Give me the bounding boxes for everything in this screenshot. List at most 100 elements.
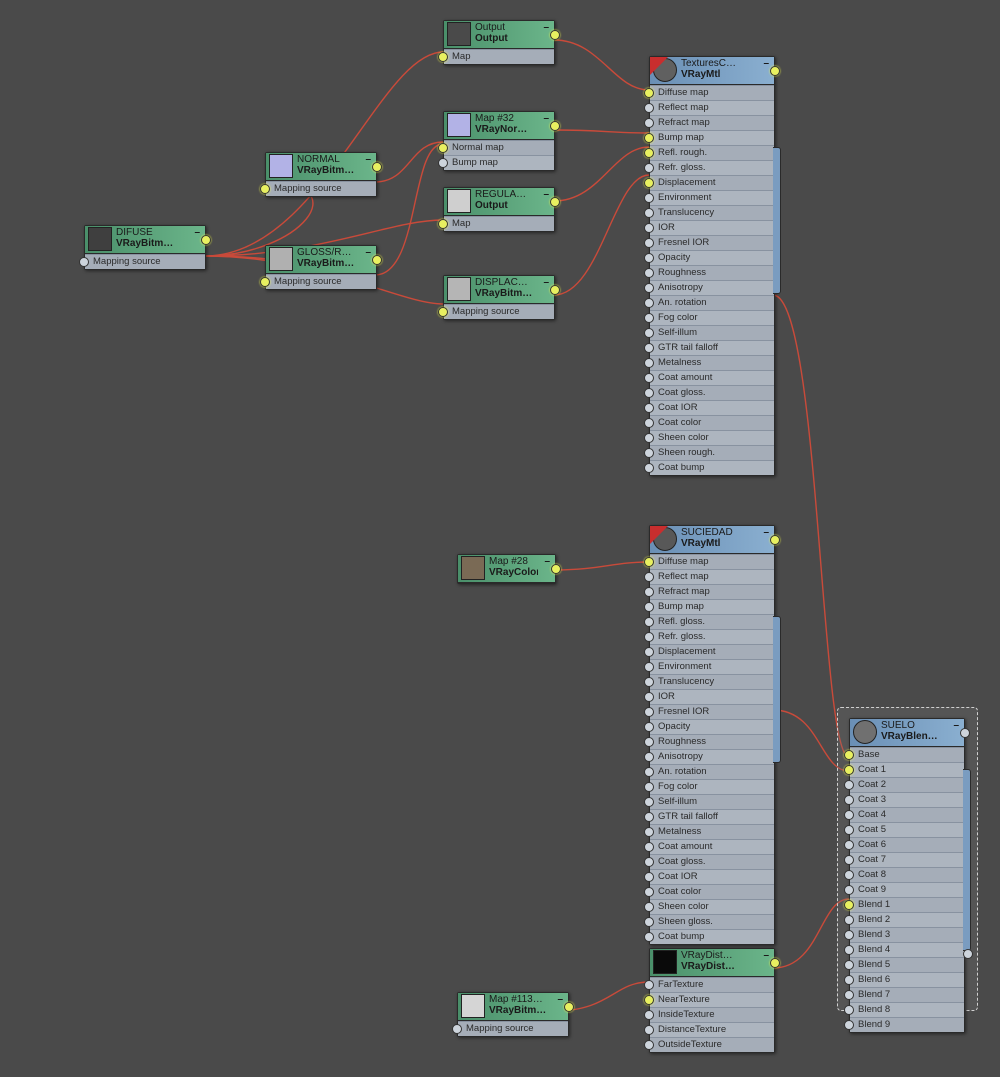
slot[interactable]: Coat 5 <box>850 822 964 837</box>
slot[interactable]: Coat bump <box>650 460 774 475</box>
input-port[interactable] <box>644 752 654 762</box>
input-port[interactable] <box>644 872 654 882</box>
slot[interactable]: Roughness <box>650 265 774 280</box>
input-port[interactable] <box>644 980 654 990</box>
input-port[interactable] <box>438 143 448 153</box>
input-port[interactable] <box>844 960 854 970</box>
input-port[interactable] <box>844 990 854 1000</box>
slot[interactable]: DistanceTexture <box>650 1022 774 1037</box>
slot[interactable]: Coat amount <box>650 839 774 854</box>
slot[interactable]: Sheen rough. <box>650 445 774 460</box>
input-port[interactable] <box>644 902 654 912</box>
node-titlebar[interactable]: REGULA… Output – <box>444 188 554 216</box>
input-port[interactable] <box>644 103 654 113</box>
node-titlebar[interactable]: Map #28 VRayColor – <box>458 555 555 583</box>
slot-bump-map[interactable]: Bump map <box>444 155 554 170</box>
input-port[interactable] <box>844 840 854 850</box>
slot[interactable]: Translucency <box>650 205 774 220</box>
slot[interactable]: Refl. rough. <box>650 145 774 160</box>
slot[interactable]: Base <box>850 747 964 762</box>
input-port[interactable] <box>644 707 654 717</box>
slot[interactable]: Blend 5 <box>850 957 964 972</box>
input-port[interactable] <box>644 782 654 792</box>
input-port[interactable] <box>644 178 654 188</box>
node-titlebar[interactable]: Map #32 VRayNor… – <box>444 112 554 140</box>
slot[interactable]: Reflect map <box>650 100 774 115</box>
slot[interactable]: Metalness <box>650 824 774 839</box>
slot[interactable]: Coat IOR <box>650 869 774 884</box>
slot[interactable]: Translucency <box>650 674 774 689</box>
slot[interactable]: Fresnel IOR <box>650 235 774 250</box>
collapse-icon[interactable]: – <box>541 189 551 200</box>
input-port[interactable] <box>844 825 854 835</box>
slot[interactable]: IOR <box>650 220 774 235</box>
side-tab[interactable] <box>963 769 971 951</box>
slot[interactable]: Diffuse map <box>650 554 774 569</box>
input-port[interactable] <box>644 692 654 702</box>
slot[interactable]: Coat 9 <box>850 882 964 897</box>
output-port[interactable] <box>770 535 780 545</box>
slot[interactable]: Coat IOR <box>650 400 774 415</box>
slot[interactable]: Anisotropy <box>650 280 774 295</box>
slot[interactable]: Refract map <box>650 584 774 599</box>
slot[interactable]: Refr. gloss. <box>650 160 774 175</box>
input-port[interactable] <box>644 617 654 627</box>
input-port[interactable] <box>644 118 654 128</box>
input-port[interactable] <box>844 855 854 865</box>
output-port[interactable] <box>372 255 382 265</box>
slot[interactable]: Coat 7 <box>850 852 964 867</box>
collapse-icon[interactable]: – <box>542 556 552 567</box>
slot[interactable]: Anisotropy <box>650 749 774 764</box>
input-port[interactable] <box>644 677 654 687</box>
slot[interactable]: InsideTexture <box>650 1007 774 1022</box>
slot-mapping-source[interactable]: Mapping source <box>458 1021 568 1036</box>
slot[interactable]: Refract map <box>650 115 774 130</box>
slot[interactable]: Blend 3 <box>850 927 964 942</box>
collapse-icon[interactable]: – <box>951 720 961 731</box>
slot[interactable]: Bump map <box>650 130 774 145</box>
node-titlebar[interactable]: Map #113… VRayBitm… – <box>458 993 568 1021</box>
input-port[interactable] <box>644 842 654 852</box>
input-port[interactable] <box>644 995 654 1005</box>
input-port[interactable] <box>844 870 854 880</box>
slot[interactable]: Environment <box>650 659 774 674</box>
slot[interactable]: Metalness <box>650 355 774 370</box>
input-port[interactable] <box>844 930 854 940</box>
output-port[interactable] <box>564 1002 574 1012</box>
slot[interactable]: Displacement <box>650 175 774 190</box>
input-port[interactable] <box>644 163 654 173</box>
input-port[interactable] <box>644 767 654 777</box>
slot[interactable]: Sheen color <box>650 430 774 445</box>
slot[interactable]: Coat 6 <box>850 837 964 852</box>
input-port[interactable] <box>644 433 654 443</box>
slot[interactable]: Self-illum <box>650 325 774 340</box>
collapse-icon[interactable]: – <box>363 154 373 165</box>
collapse-icon[interactable]: – <box>761 950 771 961</box>
slot[interactable]: Opacity <box>650 719 774 734</box>
node-difuse[interactable]: DIFUSE VRayBitm… – Mapping source <box>84 225 206 270</box>
input-port[interactable] <box>644 253 654 263</box>
slot[interactable]: Self-illum <box>650 794 774 809</box>
slot[interactable]: Roughness <box>650 734 774 749</box>
input-port[interactable] <box>438 307 448 317</box>
collapse-icon[interactable]: – <box>555 994 565 1005</box>
collapse-icon[interactable]: – <box>541 277 551 288</box>
input-port[interactable] <box>844 945 854 955</box>
slot[interactable]: OutsideTexture <box>650 1037 774 1052</box>
node-titlebar[interactable]: VRayDist… VRayDist… – <box>650 949 774 977</box>
input-port[interactable] <box>438 52 448 62</box>
node-displac[interactable]: DISPLAC… VRayBitm… – Mapping source <box>443 275 555 320</box>
slot-map[interactable]: Map <box>444 216 554 231</box>
slot[interactable]: Blend 4 <box>850 942 964 957</box>
output-port[interactable] <box>550 197 560 207</box>
input-port[interactable] <box>260 277 270 287</box>
input-port[interactable] <box>844 1020 854 1030</box>
slot[interactable]: Sheen gloss. <box>650 914 774 929</box>
collapse-icon[interactable]: – <box>541 113 551 124</box>
input-port[interactable] <box>844 1005 854 1015</box>
input-port[interactable] <box>644 148 654 158</box>
node-map32[interactable]: Map #32 VRayNor… – Normal map Bump map <box>443 111 555 171</box>
input-port[interactable] <box>644 403 654 413</box>
slot[interactable]: Fog color <box>650 310 774 325</box>
input-port[interactable] <box>644 448 654 458</box>
